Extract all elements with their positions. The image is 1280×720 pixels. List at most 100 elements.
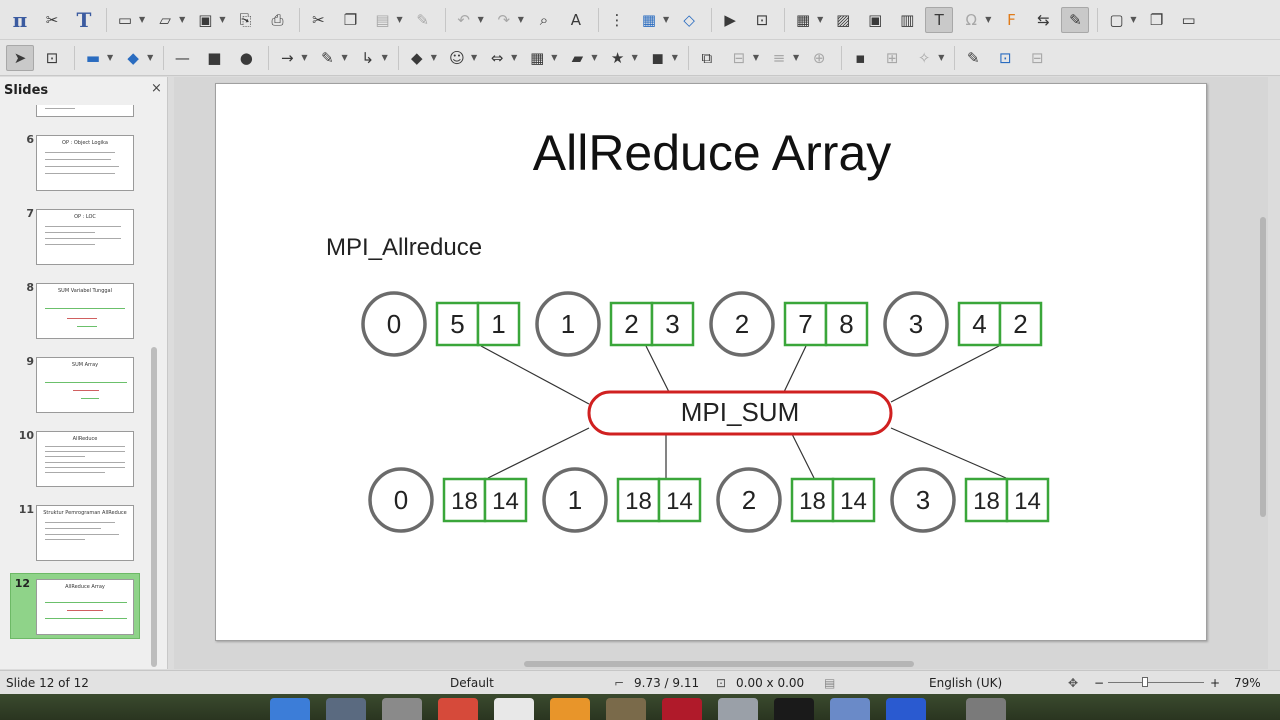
distribute-icon[interactable]: ⊕ bbox=[805, 45, 833, 71]
archive-icon[interactable] bbox=[606, 698, 646, 720]
slide-thumbnail-11[interactable]: 11 Struktur Pemrograman AllReduce bbox=[0, 503, 150, 577]
chevron-down-icon[interactable]: ▼ bbox=[396, 15, 402, 24]
save-icon[interactable]: ▣ bbox=[191, 7, 219, 33]
settings-icon[interactable] bbox=[382, 698, 422, 720]
fill-color-icon[interactable]: ◆ bbox=[119, 45, 147, 71]
fit-slide-icon[interactable]: ✥ bbox=[1068, 676, 1078, 690]
zoom-in-button[interactable]: + bbox=[1210, 676, 1220, 690]
app-icon[interactable] bbox=[662, 698, 702, 720]
connector-icon[interactable]: ↳ bbox=[354, 45, 382, 71]
special-char-icon[interactable]: Ω bbox=[957, 7, 985, 33]
rectangle-icon[interactable]: ■ bbox=[200, 45, 228, 71]
copy-icon[interactable]: ❐ bbox=[336, 7, 364, 33]
chevron-down-icon[interactable]: ▼ bbox=[1130, 15, 1136, 24]
chevron-down-icon[interactable]: ▼ bbox=[551, 53, 557, 62]
chevron-down-icon[interactable]: ▼ bbox=[139, 15, 145, 24]
zoom-pan-icon[interactable]: ⊡ bbox=[38, 45, 66, 71]
tex-icon[interactable] bbox=[718, 698, 758, 720]
vertical-scrollbar[interactable] bbox=[1260, 217, 1266, 517]
slide-thumbnail-8[interactable]: 8 SUM Variabel Tunggal bbox=[0, 281, 150, 355]
glue-points-icon[interactable]: ⊡ bbox=[991, 45, 1019, 71]
zoom-level[interactable]: 79% bbox=[1234, 676, 1261, 690]
spellcheck-icon[interactable]: A bbox=[562, 7, 590, 33]
chevron-down-icon[interactable]: ▼ bbox=[478, 15, 484, 24]
shape-icon[interactable]: ❐ bbox=[1143, 7, 1171, 33]
cut-icon[interactable]: ✂ bbox=[304, 7, 332, 33]
chevron-down-icon[interactable]: ▼ bbox=[663, 15, 669, 24]
present-icon[interactable]: ⊡ bbox=[748, 7, 776, 33]
panel-scrollbar[interactable] bbox=[150, 105, 158, 669]
slide-thumbnail-5[interactable] bbox=[0, 105, 150, 133]
open-icon[interactable]: ▱ bbox=[151, 7, 179, 33]
zoom-slider[interactable] bbox=[1108, 682, 1204, 683]
terminal-icon[interactable] bbox=[774, 698, 814, 720]
chart-icon[interactable]: ▥ bbox=[893, 7, 921, 33]
slide-thumbnail-10[interactable]: 10 AllReduce bbox=[0, 429, 150, 503]
transform-icon[interactable]: ⧉ bbox=[693, 45, 721, 71]
presentation-icon[interactable] bbox=[550, 698, 590, 720]
curve-icon[interactable]: ✎ bbox=[313, 45, 341, 71]
media-icon[interactable]: ▣ bbox=[861, 7, 889, 33]
draw-icon[interactable]: ✎ bbox=[1061, 6, 1090, 33]
slide-thumbnail-12[interactable]: 12 AllReduce Array bbox=[0, 573, 150, 651]
clone-icon[interactable]: ✎ bbox=[409, 7, 437, 33]
table-icon[interactable]: ▦ bbox=[789, 7, 817, 33]
language[interactable]: English (UK) bbox=[929, 676, 1002, 690]
zoom-out-button[interactable]: − bbox=[1094, 676, 1104, 690]
chevron-down-icon[interactable]: ▼ bbox=[179, 15, 185, 24]
undo-icon[interactable]: ↶ bbox=[450, 7, 478, 33]
chevron-down-icon[interactable]: ▼ bbox=[985, 15, 991, 24]
start-show-icon[interactable]: ▶ bbox=[716, 7, 744, 33]
star-icon[interactable]: ★ bbox=[604, 45, 632, 71]
slide-thumbnail-9[interactable]: 9 SUM Array bbox=[0, 355, 150, 429]
chevron-down-icon[interactable]: ▼ bbox=[219, 15, 225, 24]
comment-icon[interactable]: ▢ bbox=[1102, 7, 1130, 33]
close-icon[interactable]: ▭ bbox=[1175, 7, 1203, 33]
block-arrows-icon[interactable]: ⇔ bbox=[483, 45, 511, 71]
chevron-down-icon[interactable]: ▼ bbox=[301, 53, 307, 62]
redo-icon[interactable]: ↷ bbox=[490, 7, 518, 33]
chevron-down-icon[interactable]: ▼ bbox=[382, 53, 388, 62]
flowchart-icon[interactable]: ▦ bbox=[523, 45, 551, 71]
print-icon[interactable]: ⎙ bbox=[263, 7, 291, 33]
scroll-thumb[interactable] bbox=[151, 347, 157, 667]
slide[interactable]: AllReduce Array MPI_Allreduce MPI_SUM 05… bbox=[215, 83, 1207, 641]
export-pdf-icon[interactable]: ⎘ bbox=[231, 7, 259, 33]
basic-shapes-icon[interactable]: ◆ bbox=[403, 45, 431, 71]
chevron-down-icon[interactable]: ▼ bbox=[591, 53, 597, 62]
points-icon[interactable]: ✎ bbox=[959, 45, 987, 71]
browser-icon[interactable] bbox=[886, 698, 926, 720]
textbox-icon[interactable]: T bbox=[925, 6, 954, 33]
finder-icon[interactable] bbox=[270, 698, 310, 720]
chevron-down-icon[interactable]: ▼ bbox=[511, 53, 517, 62]
callout-icon[interactable]: ▰ bbox=[563, 45, 591, 71]
chrome-icon[interactable] bbox=[438, 698, 478, 720]
chevron-down-icon[interactable]: ▼ bbox=[341, 53, 347, 62]
chevron-down-icon[interactable]: ▼ bbox=[793, 53, 799, 62]
preview-icon[interactable] bbox=[830, 698, 870, 720]
launchpad-icon[interactable] bbox=[326, 698, 366, 720]
ellipse-icon[interactable]: ● bbox=[232, 45, 260, 71]
scissors-icon[interactable]: ✂ bbox=[38, 7, 66, 33]
chevron-down-icon[interactable]: ▼ bbox=[938, 53, 944, 62]
grid-icon[interactable]: ⋮ bbox=[603, 7, 631, 33]
find-icon[interactable]: ⌕ bbox=[530, 7, 558, 33]
document-icon[interactable] bbox=[494, 698, 534, 720]
3d-object-icon[interactable]: ◼ bbox=[644, 45, 672, 71]
shadow-icon[interactable]: ▪ bbox=[846, 45, 874, 71]
chevron-down-icon[interactable]: ▼ bbox=[431, 53, 437, 62]
chevron-down-icon[interactable]: ▼ bbox=[471, 53, 477, 62]
new-icon[interactable]: ▭ bbox=[111, 7, 139, 33]
trash-icon[interactable] bbox=[966, 698, 1006, 720]
line-icon[interactable]: — bbox=[168, 45, 196, 71]
symbol-shapes-icon[interactable]: ☺ bbox=[443, 45, 471, 71]
arrow-icon[interactable]: → bbox=[273, 45, 301, 71]
master-icon[interactable]: ◇ bbox=[675, 7, 703, 33]
layout-icon[interactable]: ▦ bbox=[635, 7, 663, 33]
filter-icon[interactable]: ✧ bbox=[910, 45, 938, 71]
slide-thumbnail-6[interactable]: 6 OP : Object Logika bbox=[0, 133, 150, 207]
chevron-down-icon[interactable]: ▼ bbox=[672, 53, 678, 62]
arrange-icon[interactable]: ≡ bbox=[765, 45, 793, 71]
paste-icon[interactable]: ▤ bbox=[368, 7, 396, 33]
toggle-extrusion-icon[interactable]: ⊟ bbox=[1023, 45, 1051, 71]
